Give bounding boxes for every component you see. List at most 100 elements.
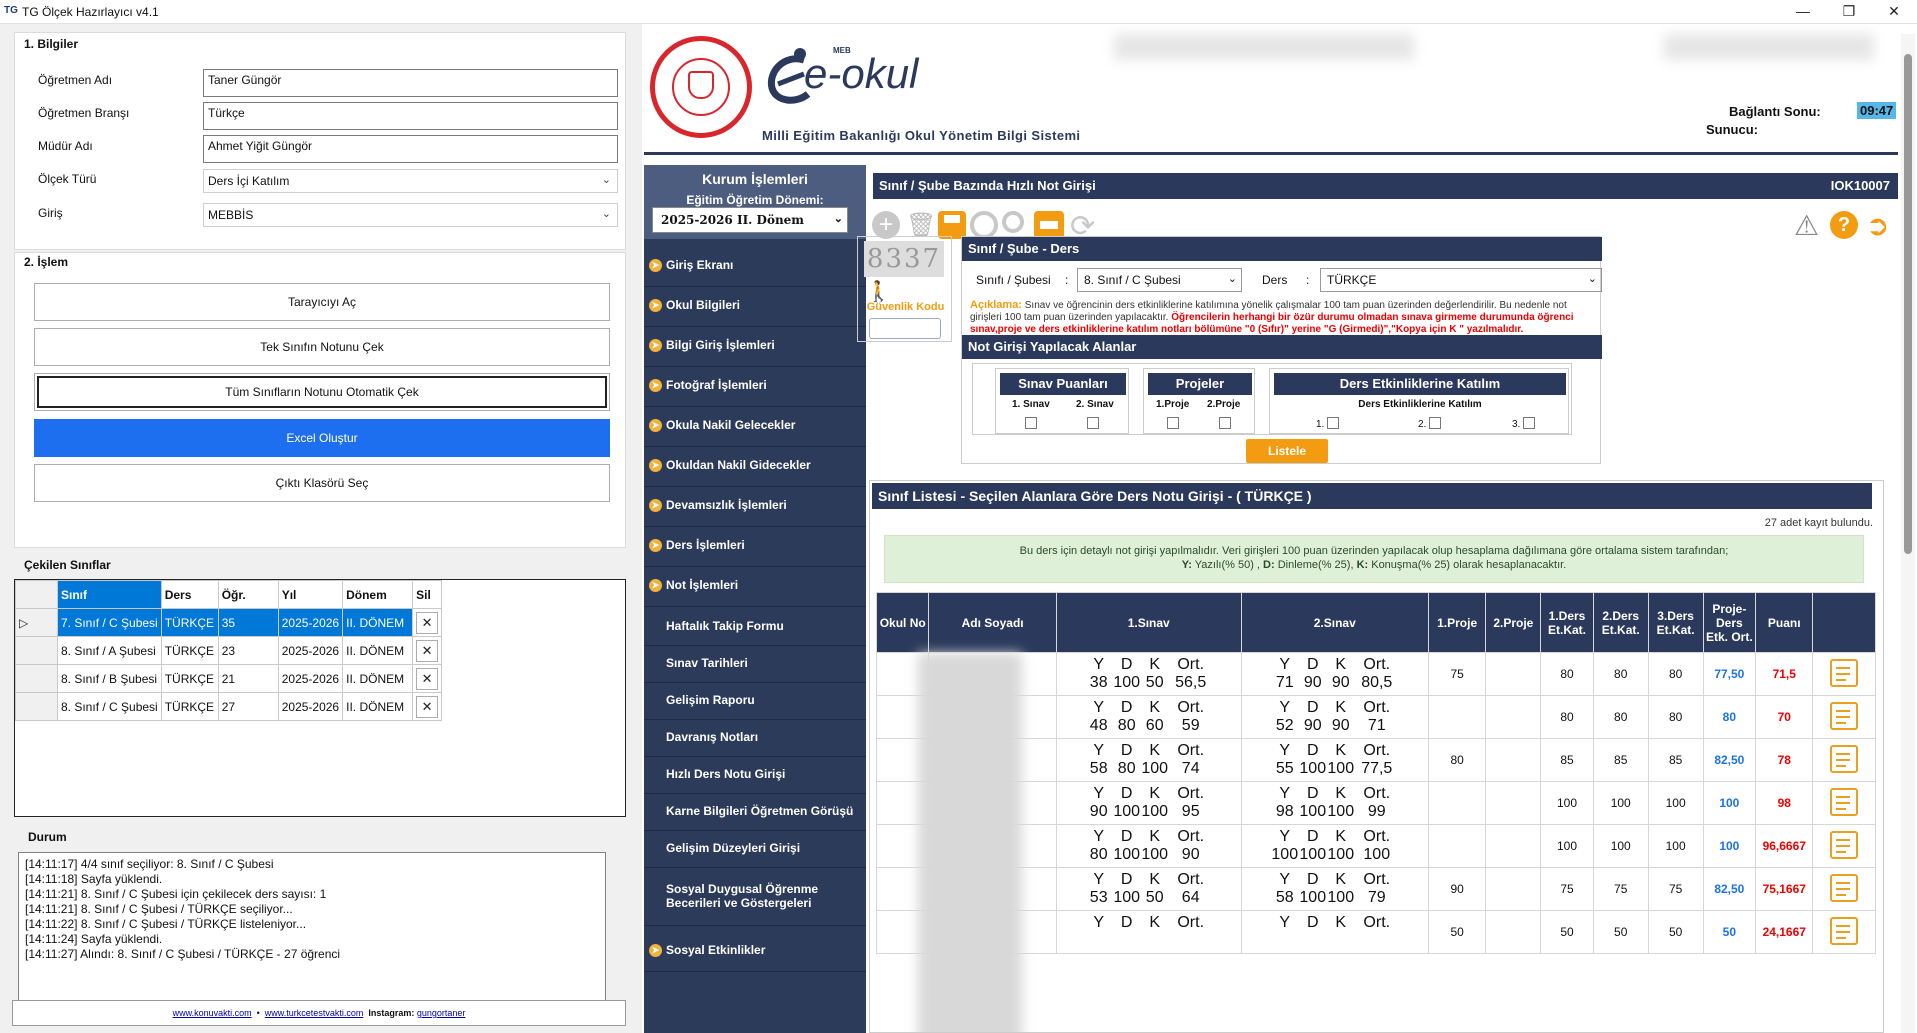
save-icon[interactable] — [938, 211, 966, 239]
cell-etk2[interactable]: 75 — [1592, 867, 1649, 911]
create-excel-button[interactable]: Excel Oluştur — [34, 419, 610, 457]
trash-icon[interactable]: 🗑 — [906, 211, 936, 239]
entry-select[interactable]: MEBBİS ⌄ — [203, 203, 618, 227]
cell-etk3[interactable]: 80 — [1647, 695, 1704, 739]
cell-proje1[interactable] — [1427, 824, 1487, 868]
score-values[interactable]: 100100100 100 — [1242, 846, 1428, 864]
proje1-checkbox[interactable] — [1167, 417, 1179, 429]
sidebar-item-fotograf[interactable]: ➤ Fotoğraf İşlemleri — [644, 364, 866, 407]
search-icon[interactable] — [1002, 211, 1024, 233]
sidebar-item-okula-nakil[interactable]: ➤ Okula Nakil Gelecekler — [644, 404, 866, 447]
delete-row-icon[interactable]: ✕ — [416, 611, 439, 634]
close-icon[interactable]: ✕ — [1871, 0, 1917, 24]
score-values[interactable]: 90 100100 95 — [1057, 803, 1241, 821]
minimize-icon[interactable]: — — [1780, 0, 1826, 24]
table-row[interactable]: 8. Sınıf / C Şubesi TÜRKÇE 27 2025-2026 … — [15, 692, 443, 721]
cell-proje1[interactable] — [1427, 695, 1487, 739]
submenu-karne[interactable]: Karne Bilgileri Öğretmen Görüşü — [644, 792, 866, 831]
cell-etk3[interactable]: 75 — [1647, 867, 1704, 911]
score-values[interactable]: 71 90 90 80,5 — [1242, 674, 1428, 692]
proje2-checkbox[interactable] — [1219, 417, 1231, 429]
cell-etk1[interactable]: 100 — [1540, 781, 1594, 825]
open-browser-button[interactable]: Tarayıcıyı Aç — [34, 283, 610, 321]
score-values[interactable]: 38 100 50 56,5 — [1057, 674, 1241, 692]
cell-etk2[interactable]: 80 — [1592, 695, 1649, 739]
cell-etk1[interactable]: 50 — [1540, 910, 1594, 954]
cell-etk2[interactable]: 85 — [1592, 738, 1649, 782]
cell-proje1[interactable] — [1427, 781, 1487, 825]
cell-proje2[interactable] — [1485, 824, 1542, 868]
fetch-all-classes-button[interactable]: Tüm Sınıfların Notunu Otomatik Çek — [34, 373, 610, 411]
score-values[interactable]: 55 100100 77,5 — [1242, 760, 1428, 778]
sidebar-item-bilgi-giris[interactable]: ➤ Bilgi Giriş İşlemleri — [644, 324, 866, 367]
cell-etk3[interactable]: 100 — [1647, 781, 1704, 825]
cell-etk1[interactable]: 75 — [1540, 867, 1594, 911]
col-class[interactable]: Sınıf — [57, 580, 162, 609]
cell-proje2[interactable] — [1485, 652, 1542, 696]
listele-button[interactable]: Listele — [1246, 439, 1328, 463]
table-row[interactable]: 8. Sınıf / A Şubesi TÜRKÇE 23 2025-2026 … — [15, 636, 443, 665]
submenu-hizli-not[interactable]: Hızlı Ders Notu Girişi — [644, 755, 866, 794]
sidebar-item-devamsizlik[interactable]: ➤ Devamsızlık İşlemleri — [644, 484, 866, 527]
submenu-gelisim-raporu[interactable]: Gelişim Raporu — [644, 681, 866, 720]
edit-note-icon[interactable] — [1830, 658, 1859, 687]
edit-note-icon[interactable] — [1830, 830, 1859, 859]
sinav2-checkbox[interactable] — [1087, 417, 1099, 429]
etk3-checkbox[interactable] — [1523, 417, 1535, 429]
scrollbar-thumb[interactable] — [1904, 54, 1912, 554]
table-row[interactable]: ▷ 7. Sınıf / C Şubesi TÜRKÇE 35 2025-202… — [15, 608, 443, 637]
cell-etk2[interactable]: 100 — [1592, 824, 1649, 868]
etk1-checkbox[interactable] — [1327, 417, 1339, 429]
cell-etk1[interactable]: 80 — [1540, 652, 1594, 696]
cell-etk1[interactable]: 100 — [1540, 824, 1594, 868]
submenu-sinav-tarihleri[interactable]: Sınav Tarihleri — [644, 644, 866, 683]
submenu-davranis[interactable]: Davranış Notları — [644, 718, 866, 757]
submenu-sosyal-duygusal[interactable]: Sosyal Duygusal Öğrenme Becerileri ve Gö… — [644, 866, 866, 926]
sidebar-item-sosyal-etkinlikler[interactable]: ➤ Sosyal Etkinlikler — [644, 929, 866, 972]
edit-note-icon[interactable] — [1830, 701, 1859, 730]
score-values[interactable] — [1242, 932, 1428, 950]
cell-proje1[interactable]: 50 — [1427, 910, 1487, 954]
score-values[interactable]: 53 100 50 64 — [1057, 889, 1241, 907]
score-values[interactable] — [1057, 932, 1241, 950]
score-values[interactable]: 58 100100 79 — [1242, 889, 1428, 907]
captcha-input[interactable] — [869, 318, 941, 339]
cell-proje2[interactable] — [1485, 867, 1542, 911]
table-row[interactable]: 8. Sınıf / B Şubesi TÜRKÇE 21 2025-2026 … — [15, 664, 443, 693]
instagram-link[interactable]: gungortaner — [417, 1008, 466, 1018]
edit-note-icon[interactable] — [1830, 787, 1859, 816]
warning-icon[interactable]: ⚠ — [1794, 209, 1819, 242]
delete-row-icon[interactable]: ✕ — [416, 695, 439, 718]
edit-note-icon[interactable] — [1830, 744, 1859, 773]
etk2-checkbox[interactable] — [1429, 417, 1441, 429]
col-course[interactable]: Ders — [160, 580, 219, 609]
score-values[interactable]: 58 80 100 74 — [1057, 760, 1241, 778]
maximize-icon[interactable]: ❐ — [1826, 0, 1872, 24]
score-values[interactable]: 52 90 90 71 — [1242, 717, 1428, 735]
col-year[interactable]: Yıl — [277, 580, 344, 609]
sidebar-item-okuldan-nakil[interactable]: ➤ Okuldan Nakil Gidecekler — [644, 444, 866, 487]
edit-note-icon[interactable] — [1830, 873, 1859, 902]
cell-etk3[interactable]: 100 — [1647, 824, 1704, 868]
scale-type-select[interactable]: Ders İçi Katılım ⌄ — [203, 169, 618, 193]
sidebar-item-giris[interactable]: ➤ Giriş Ekranı — [644, 244, 866, 287]
score-values[interactable]: 80 100100 90 — [1057, 846, 1241, 864]
cancel-icon[interactable] — [970, 211, 998, 239]
score-values[interactable]: 98 100100 99 — [1242, 803, 1428, 821]
delete-row-icon[interactable]: ✕ — [416, 639, 439, 662]
score-values[interactable]: 48 80 60 59 — [1057, 717, 1241, 735]
help-icon[interactable]: ? — [1830, 211, 1858, 239]
cell-proje2[interactable] — [1485, 781, 1542, 825]
cell-etk2[interactable]: 100 — [1592, 781, 1649, 825]
status-log[interactable]: [14:11:17] 4/4 sınıf seçiliyor: 8. Sınıf… — [18, 852, 606, 1014]
donem-select[interactable]: 2025-2026 II. Dönem ⌄ — [652, 207, 848, 233]
branch-input[interactable]: Türkçe — [203, 102, 618, 130]
cell-proje1[interactable]: 90 — [1427, 867, 1487, 911]
sinav1-checkbox[interactable] — [1025, 417, 1037, 429]
logout-icon[interactable]: ➲ — [1866, 209, 1889, 242]
select-output-folder-button[interactable]: Çıktı Klasörü Seç — [34, 464, 610, 502]
turkcetestvakti-link[interactable]: www.turkcetestvakti.com — [265, 1008, 364, 1018]
sube-select[interactable]: 8. Sınıf / C Şubesi ⌄ — [1077, 268, 1242, 292]
cell-etk1[interactable]: 80 — [1540, 695, 1594, 739]
submenu-haftalik[interactable]: Haftalık Takip Formu — [644, 607, 866, 646]
